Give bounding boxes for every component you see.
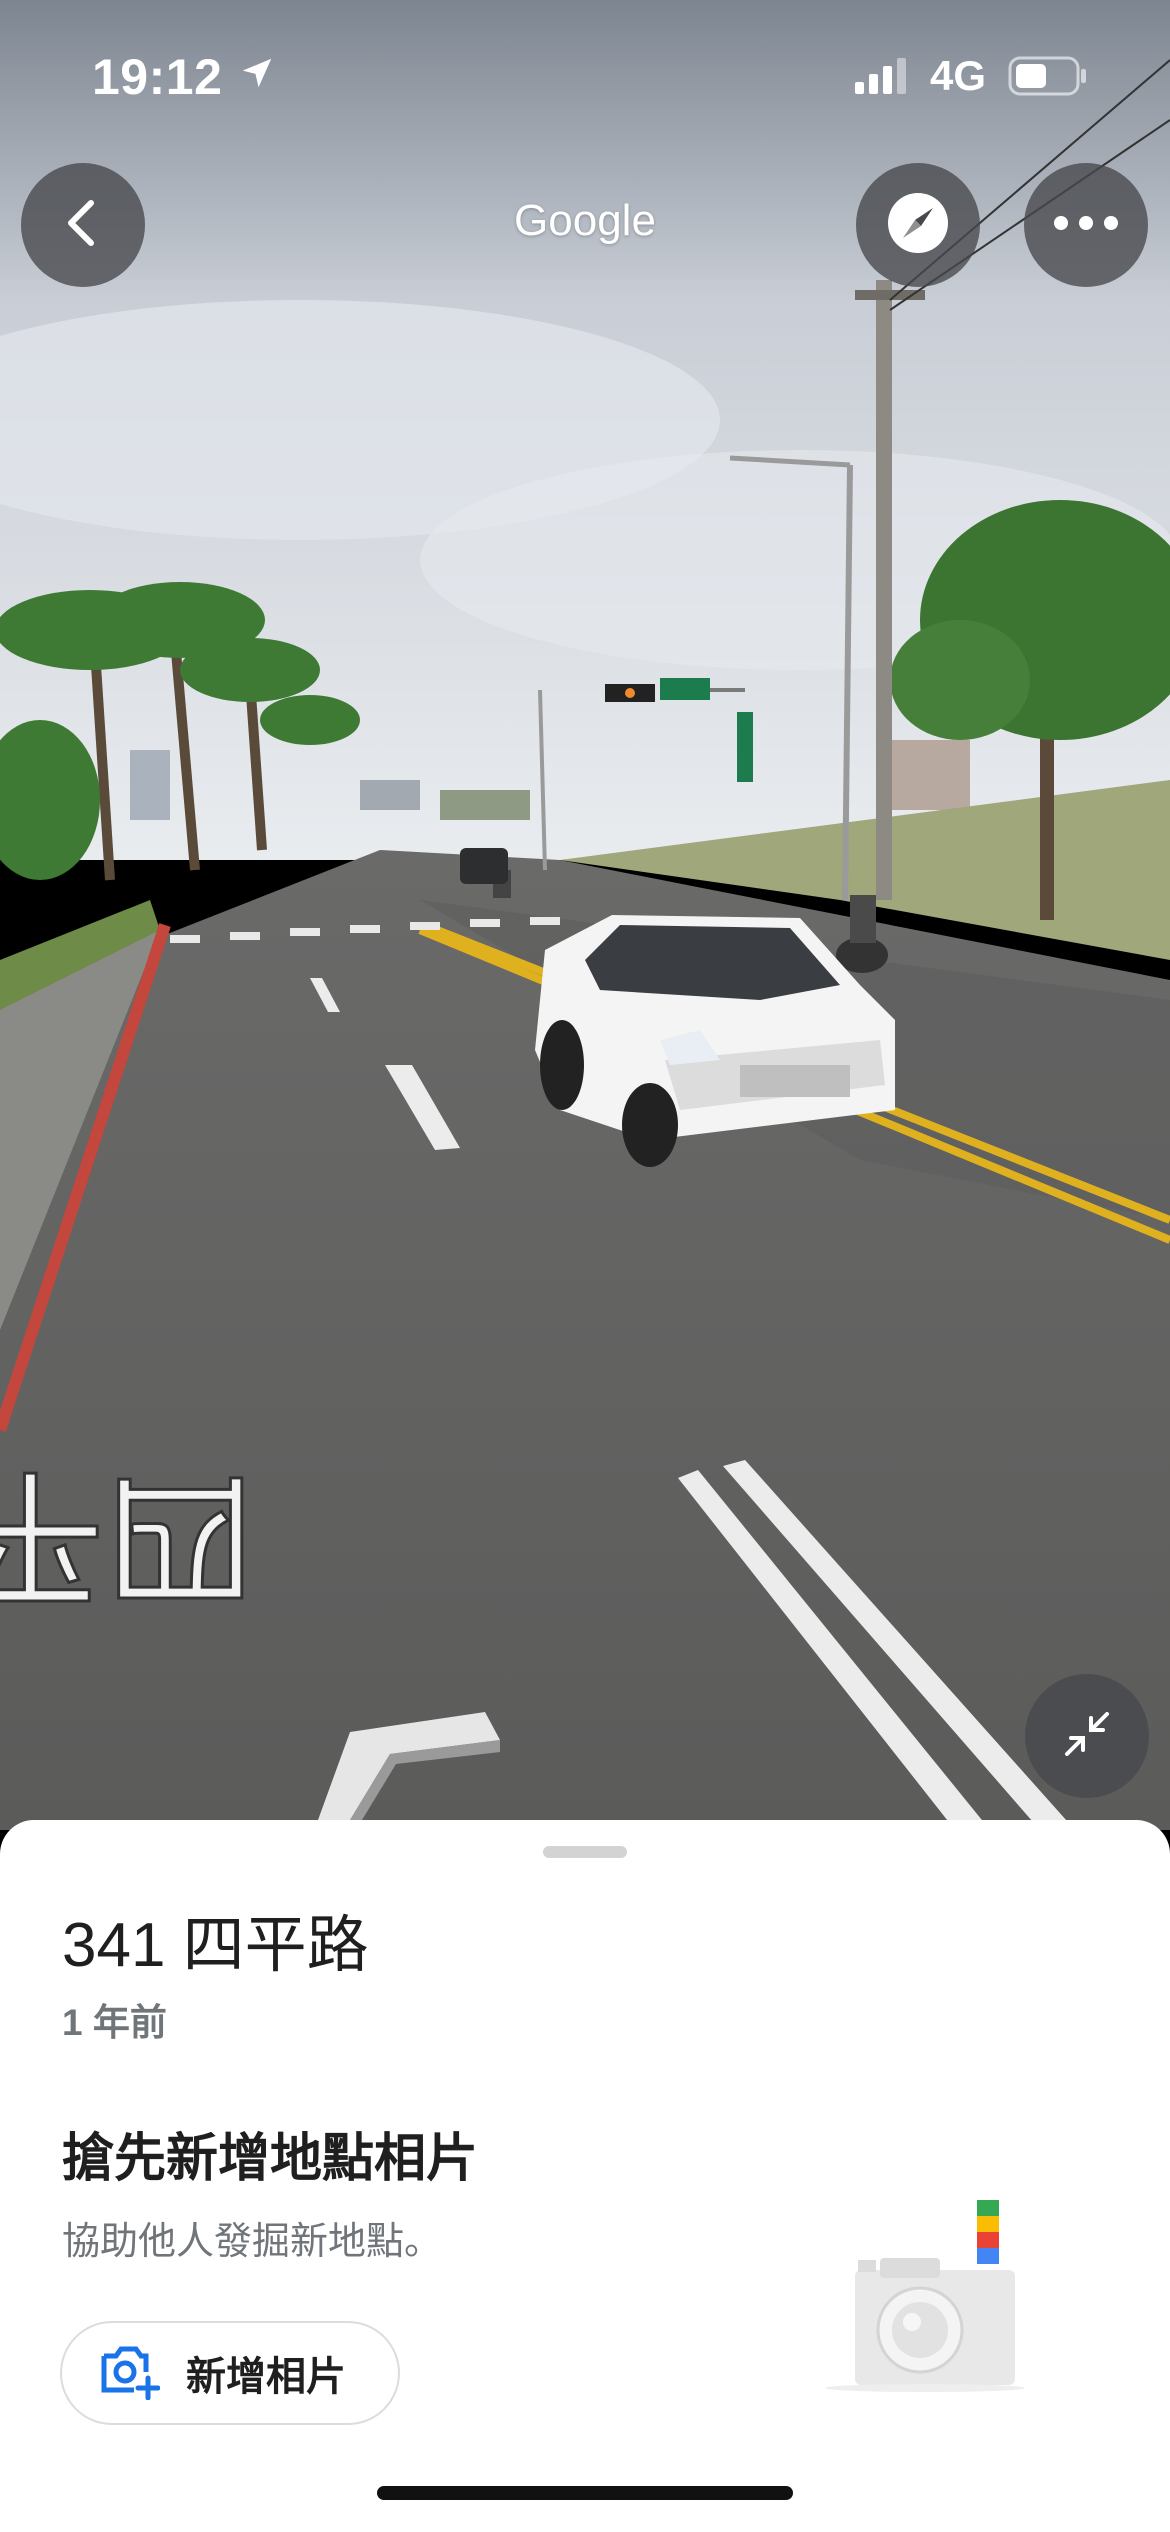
cellular-signal-icon	[855, 58, 911, 99]
status-time: 19:12	[92, 49, 223, 105]
promo-title: 搶先新增地點相片	[62, 2130, 479, 2188]
promo-subtitle: 協助他人發掘新地點。	[62, 2221, 443, 2263]
photo-age: 1 年前	[62, 2002, 167, 2043]
compass-button[interactable]	[856, 163, 980, 287]
camera-illustration	[820, 2200, 1040, 2405]
battery-icon	[1008, 56, 1088, 101]
navigate-forward-arrow[interactable]	[310, 1712, 500, 1827]
add-photo-label: 新增相片	[186, 2355, 346, 2399]
street-view-screen: 四平路	[0, 0, 1170, 2532]
sheet-grabber[interactable]	[543, 1846, 627, 1858]
street-view-panorama[interactable]: 四平路	[0, 0, 1170, 1830]
network-type: 4G	[930, 52, 987, 99]
compass-icon	[883, 188, 953, 263]
home-indicator	[377, 2486, 793, 2500]
place-info-sheet: 341 四平路 1 年前 搶先新增地點相片 協助他人發掘新地點。 新增相片	[0, 1820, 1170, 2532]
road-marking-text: 四平路	[0, 1449, 255, 1623]
more-horizontal-icon	[1051, 213, 1121, 238]
more-options-button[interactable]	[1024, 163, 1148, 287]
minimize-button[interactable]	[1025, 1674, 1149, 1798]
location-arrow-icon	[238, 54, 276, 97]
status-bar: 19:12 4G	[0, 0, 1170, 150]
place-title: 341 四平路	[62, 1911, 369, 1980]
minimize-arrows-icon	[1057, 1704, 1117, 1769]
header-title: Google	[514, 196, 656, 245]
add-photo-button[interactable]: 新增相片	[60, 2321, 400, 2425]
add-photo-camera-icon	[98, 2342, 161, 2405]
